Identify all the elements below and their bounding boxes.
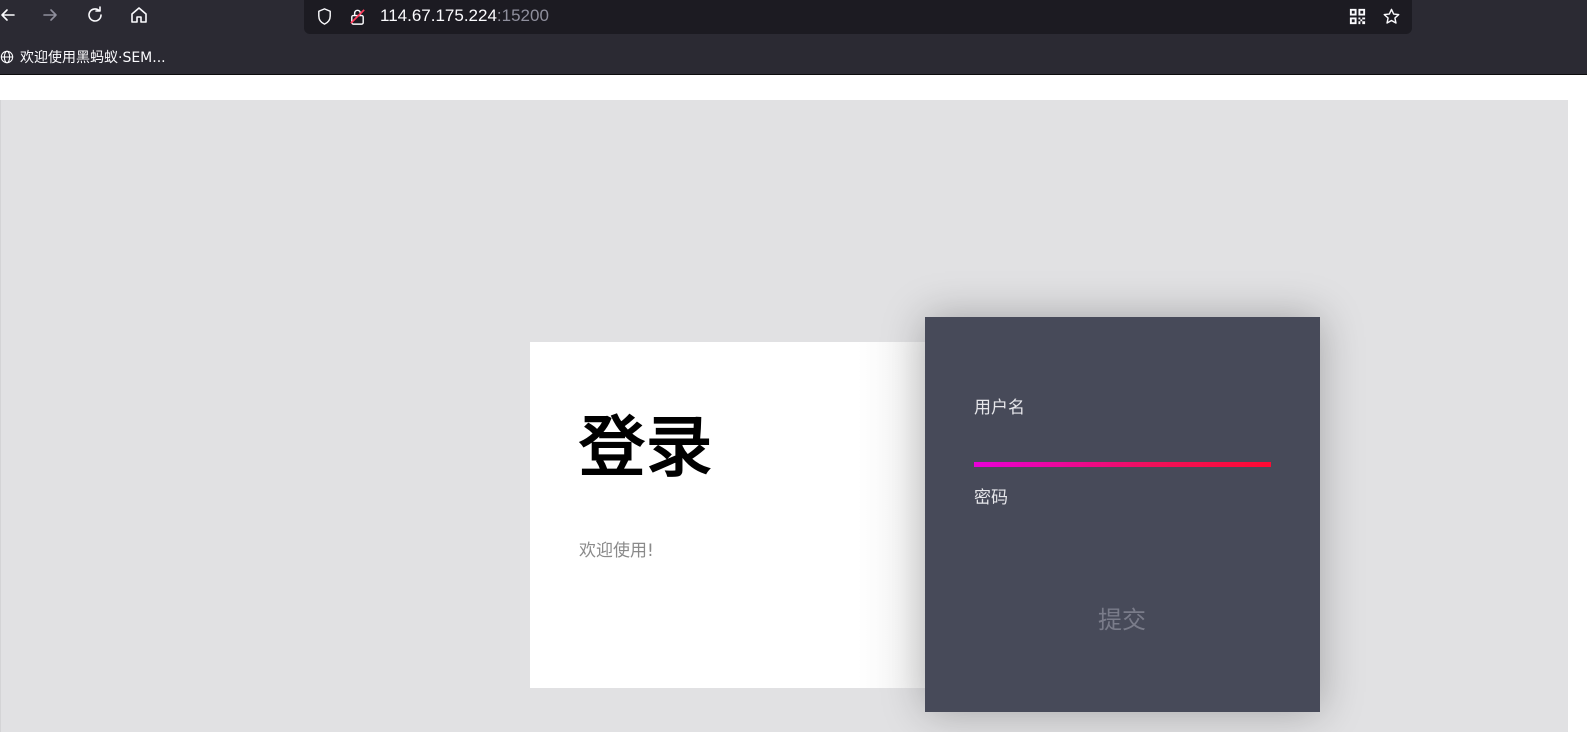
username-underline bbox=[974, 462, 1271, 467]
forward-arrow-icon bbox=[43, 9, 57, 21]
forward-button[interactable] bbox=[38, 3, 62, 27]
submit-button[interactable]: 提交 bbox=[1072, 597, 1172, 637]
bookmark-item[interactable]: 欢迎使用黑蚂蚁·SEM... bbox=[0, 46, 166, 68]
scrollbar-track[interactable] bbox=[1568, 100, 1587, 732]
back-button[interactable] bbox=[0, 3, 20, 27]
reload-icon bbox=[88, 6, 102, 22]
qr-code-button[interactable] bbox=[1346, 5, 1368, 27]
connection-info-button[interactable] bbox=[346, 5, 368, 27]
reload-button[interactable] bbox=[83, 3, 107, 27]
page-title: 登录 bbox=[579, 409, 713, 486]
qr-code-icon bbox=[1349, 8, 1365, 24]
home-icon bbox=[131, 7, 147, 23]
url-bar[interactable]: 114.67.175.224:15200 bbox=[304, 0, 1412, 34]
login-form-panel: 用户名 密码 提交 bbox=[925, 317, 1320, 712]
home-button[interactable] bbox=[127, 3, 151, 27]
password-label: 密码 bbox=[974, 488, 1008, 508]
url-text[interactable]: 114.67.175.224:15200 bbox=[380, 5, 549, 27]
welcome-text: 欢迎使用! bbox=[579, 541, 654, 561]
insecure-lock-icon bbox=[349, 8, 365, 25]
star-icon bbox=[1383, 8, 1399, 24]
url-port: :15200 bbox=[496, 6, 549, 25]
login-intro-card: 登录 欢迎使用! bbox=[530, 342, 930, 688]
globe-icon bbox=[0, 50, 14, 64]
username-label: 用户名 bbox=[974, 398, 1025, 418]
password-input[interactable] bbox=[974, 517, 1271, 547]
bookmark-star-button[interactable] bbox=[1380, 5, 1402, 27]
back-arrow-icon bbox=[1, 9, 15, 21]
tracking-protection-button[interactable] bbox=[313, 5, 335, 27]
browser-toolbar: 114.67.175.224:15200 欢迎使用黑蚂蚁·SEM... bbox=[0, 0, 1587, 75]
shield-icon bbox=[317, 7, 331, 25]
bookmark-label: 欢迎使用黑蚂蚁·SEM... bbox=[20, 50, 166, 66]
url-host: 114.67.175.224 bbox=[380, 6, 497, 25]
username-input[interactable] bbox=[974, 429, 1271, 459]
